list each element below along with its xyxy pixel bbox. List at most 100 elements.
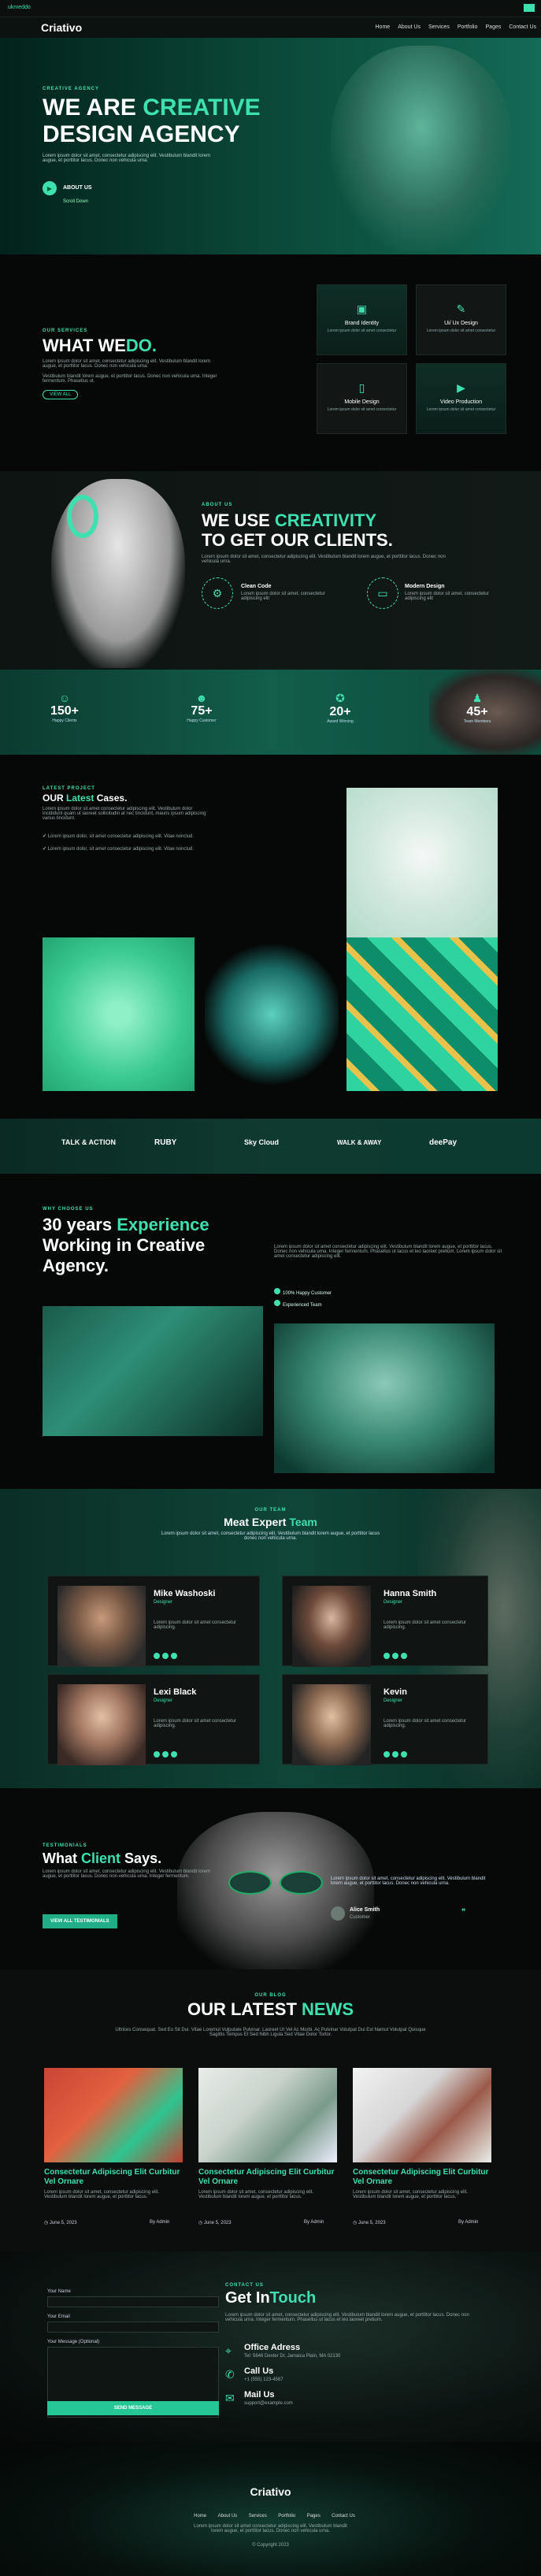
cases-title-b: Latest: [66, 792, 94, 804]
news-post-title[interactable]: Consectetur Adipiscing Elit Curbitur Vel…: [198, 2168, 337, 2187]
footer-nav-pages[interactable]: Pages: [307, 2514, 321, 2518]
creativity-title-line2: TO GET OUR CLIENTS.: [202, 530, 393, 550]
team-card[interactable]: Hanna Smith Designer Lorem ipsum dolor s…: [282, 1576, 488, 1667]
sunglasses-left-icon: [228, 1871, 272, 1895]
woman-portrait-image: [274, 1323, 495, 1473]
footer-nav-home[interactable]: Home: [194, 2514, 206, 2518]
wwd-text1: Lorem ipsum dolor sit amet, consectetur …: [43, 359, 211, 369]
brand-icon: ▣: [356, 303, 368, 315]
instagram-icon[interactable]: [171, 1653, 177, 1659]
instagram-icon[interactable]: [401, 1653, 407, 1659]
award-icon: ✪: [335, 692, 345, 704]
contact-title-a: Get In: [225, 2289, 270, 2307]
nav-portfolio[interactable]: Portfolio: [458, 24, 478, 30]
facebook-icon[interactable]: [384, 1653, 390, 1659]
service-card[interactable]: ▶ Video Production Lorem ipsum dolor sit…: [416, 363, 506, 434]
code-icon: ⚙: [202, 577, 233, 609]
instagram-icon[interactable]: [171, 1751, 177, 1758]
contact-text: Lorem ipsum dolor sit amet, consectetur …: [225, 2313, 469, 2322]
service-card[interactable]: ▣ Brand Identity Lorem ipsum dolor sit a…: [317, 284, 407, 355]
footer-nav-about[interactable]: About Us: [218, 2514, 238, 2518]
team-title-b: Team: [289, 1516, 317, 1528]
instagram-icon[interactable]: [401, 1751, 407, 1758]
case-image-green-dots[interactable]: [43, 937, 195, 1091]
send-message-button[interactable]: SEND MESSAGE: [47, 2401, 219, 2415]
wwd-view-all-button[interactable]: VIEW ALL: [43, 390, 79, 399]
stat-label: Happy Clients: [52, 718, 77, 723]
member-photo: [292, 1684, 371, 1765]
wwd-tag: OUR SERVICES: [43, 328, 88, 333]
monitor-icon: ▭: [367, 577, 398, 609]
mail-value[interactable]: support@example.com: [244, 2401, 293, 2406]
team-card[interactable]: Mike Washoski Designer Lorem ipsum dolor…: [47, 1576, 260, 1667]
stat-value: 45+: [466, 705, 488, 718]
team-card[interactable]: Kevin Designer Lorem ipsum dolor sit ame…: [282, 1674, 488, 1765]
hero-face-image: [331, 46, 512, 251]
news-post-text: Lorem ipsum dolor sit amet, consectetur …: [44, 2190, 160, 2199]
headphone-icon: [67, 495, 98, 538]
email-label: Your Email: [47, 2314, 70, 2319]
news-image[interactable]: [198, 2068, 337, 2162]
email-input[interactable]: [47, 2322, 219, 2333]
studio-image: [43, 1306, 263, 1436]
site-footer: Criativo Home About Us Services Portfoli…: [0, 2442, 541, 2576]
hero-about-button[interactable]: ABOUT US: [63, 185, 92, 191]
facebook-icon[interactable]: [384, 1751, 390, 1758]
case-image-geometric[interactable]: [346, 937, 498, 1091]
nav-about[interactable]: About Us: [398, 24, 421, 30]
wwd-title-a: WHAT WE: [43, 336, 126, 355]
footer-logo[interactable]: Criativo: [0, 2485, 541, 2498]
news-date-text: June 5, 2023: [49, 2221, 77, 2225]
hero-scroll-link[interactable]: Scroll Down: [63, 199, 88, 204]
news-title-b: NEWS: [302, 1999, 354, 2019]
footer-nav-contact[interactable]: Contact Us: [332, 2514, 355, 2518]
news-post-title[interactable]: Consectetur Adipiscing Elit Curbitur Vel…: [44, 2168, 183, 2187]
twitter-icon[interactable]: [392, 1751, 398, 1758]
twitter-icon[interactable]: [162, 1653, 169, 1659]
nav-home[interactable]: Home: [376, 24, 391, 30]
member-desc: Lorem ipsum dolor sit amet consectetur a…: [154, 1719, 237, 1728]
case-image-succulent[interactable]: [205, 937, 339, 1091]
view-all-testimonials-button[interactable]: VIEW ALL TESTIMONIALS: [43, 1914, 117, 1928]
news-image[interactable]: [44, 2068, 183, 2162]
cases-bullet-text: Lorem ipsum dolor, sit amet consectetur …: [47, 834, 195, 839]
twitter-icon[interactable]: [162, 1751, 169, 1758]
client-logo: deePay: [429, 1138, 458, 1147]
news-image[interactable]: [353, 2068, 491, 2162]
client-logo: RUBY: [154, 1138, 177, 1147]
news-post-title[interactable]: Consectetur Adipiscing Elit Curbitur Vel…: [353, 2168, 491, 2187]
member-role: Designer: [384, 1698, 403, 1703]
nav-services[interactable]: Services: [428, 24, 450, 30]
cases-bullet: ✔ Lorem ipsum dolor, sit amet consectetu…: [43, 834, 195, 839]
footer-nav-portfolio[interactable]: Portfolio: [278, 2514, 295, 2518]
name-label: Your Name: [47, 2289, 71, 2294]
call-value[interactable]: +1 (555) 123-4567: [244, 2377, 283, 2382]
service-card[interactable]: ✎ Ui/ Ux Design Lorem ipsum dolor sit am…: [416, 284, 506, 355]
hero-title-line2: DESIGN AGENCY: [43, 121, 240, 147]
experience-title-line2: Working in Creative: [43, 1235, 206, 1255]
video-icon: ▶: [457, 381, 465, 394]
logo[interactable]: Criativo: [41, 21, 82, 34]
facebook-icon[interactable]: [154, 1751, 160, 1758]
phone-icon: ✆: [225, 2368, 235, 2381]
member-role: Designer: [154, 1600, 173, 1605]
nav-pages[interactable]: Pages: [486, 24, 502, 30]
news-post-text: Lorem ipsum dolor sit amet, consectetur …: [353, 2190, 469, 2199]
news-text: Ultrices Consequat. Sed Eu Sit Dui. Vita…: [115, 2028, 426, 2037]
cases-bullet-text: Lorem ipsum dolor, sit amet consectetur …: [47, 847, 195, 852]
creativity-title: WE USE CREATIVITY TO GET OUR CLIENTS.: [202, 510, 393, 550]
case-image-white-figure[interactable]: [346, 788, 498, 937]
twitter-icon[interactable]: [392, 1653, 398, 1659]
contact-title: Get InTouch: [225, 2289, 316, 2307]
member-social: [384, 1649, 409, 1663]
nav-contact[interactable]: Contact Us: [509, 24, 536, 30]
service-card[interactable]: ▯ Mobile Design Lorem ipsum dolor sit am…: [317, 363, 407, 434]
facebook-icon[interactable]: [154, 1653, 160, 1659]
service-name: Mobile Design: [344, 399, 380, 405]
what-we-do-section: OUR SERVICES WHAT WEDO. Lorem ipsum dolo…: [0, 254, 541, 471]
stat-label: Award Winning: [327, 719, 354, 724]
team-card[interactable]: Lexi Black Designer Lorem ipsum dolor si…: [47, 1674, 260, 1765]
footer-nav-services[interactable]: Services: [249, 2514, 267, 2518]
name-input[interactable]: [47, 2296, 219, 2307]
play-icon[interactable]: ▶: [43, 181, 57, 195]
